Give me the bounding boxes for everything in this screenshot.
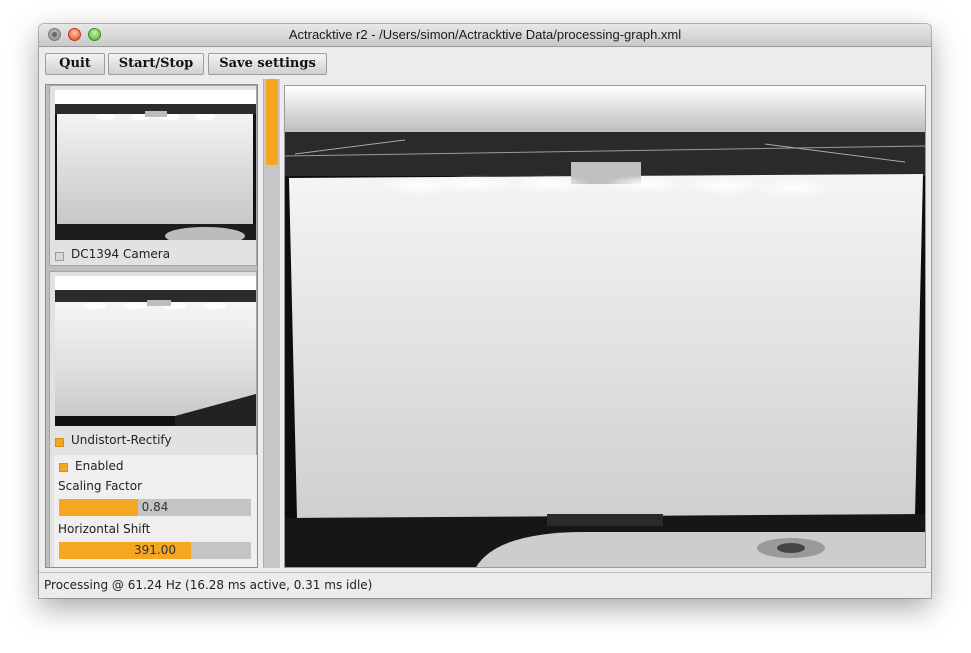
horizontal-shift-label: Horizontal Shift xyxy=(58,522,151,536)
status-text: Processing @ 61.24 Hz (16.28 ms active, … xyxy=(44,578,373,592)
scaling-factor-label: Scaling Factor xyxy=(58,479,143,493)
window-title: Actracktive r2 - /Users/simon/Actracktiv… xyxy=(288,27,682,42)
camera-preview-image xyxy=(55,90,256,240)
horizontal-shift-value: 391.00 xyxy=(134,543,176,557)
main-preview-view[interactable] xyxy=(284,85,926,568)
camera-thumbnail xyxy=(55,90,256,240)
save-settings-button[interactable]: Save settings xyxy=(208,53,327,75)
scrollbar-thumb[interactable] xyxy=(266,79,278,165)
undistort-node-checkbox[interactable] xyxy=(55,438,64,447)
node-list-panel[interactable]: DC1394 Camera Undistort-Rectify Enabled … xyxy=(45,84,258,568)
undistort-preview-image xyxy=(55,276,256,426)
toolbar: Quit Start/Stop Save settings xyxy=(39,47,931,79)
camera-node-checkbox[interactable] xyxy=(55,252,64,261)
main-camera-image xyxy=(285,86,925,567)
enabled-checkbox[interactable] xyxy=(59,463,68,472)
start-stop-button[interactable]: Start/Stop xyxy=(108,53,204,75)
quit-button[interactable]: Quit xyxy=(45,53,105,75)
app-window: Actracktive r2 - /Users/simon/Actracktiv… xyxy=(39,24,931,598)
enabled-label: Enabled xyxy=(75,459,124,473)
scaling-factor-slider[interactable]: 0.84 xyxy=(59,499,251,516)
camera-node-label: DC1394 Camera xyxy=(71,247,171,261)
node-dc1394-camera[interactable]: DC1394 Camera xyxy=(49,85,257,266)
status-bar: Processing @ 61.24 Hz (16.28 ms active, … xyxy=(39,572,931,598)
undistort-thumbnail xyxy=(55,276,256,426)
title-bar[interactable]: Actracktive r2 - /Users/simon/Actracktiv… xyxy=(39,24,931,47)
undistort-parameters: Enabled Scaling Factor 0.84 Horizontal S… xyxy=(54,455,257,567)
node-undistort-rectify[interactable]: Undistort-Rectify Enabled Scaling Factor… xyxy=(49,271,257,567)
scaling-factor-value: 0.84 xyxy=(141,500,169,514)
horizontal-shift-slider[interactable]: 391.00 xyxy=(59,542,251,559)
undistort-node-label: Undistort-Rectify xyxy=(71,433,172,447)
panel-scrollbar[interactable] xyxy=(263,79,280,568)
